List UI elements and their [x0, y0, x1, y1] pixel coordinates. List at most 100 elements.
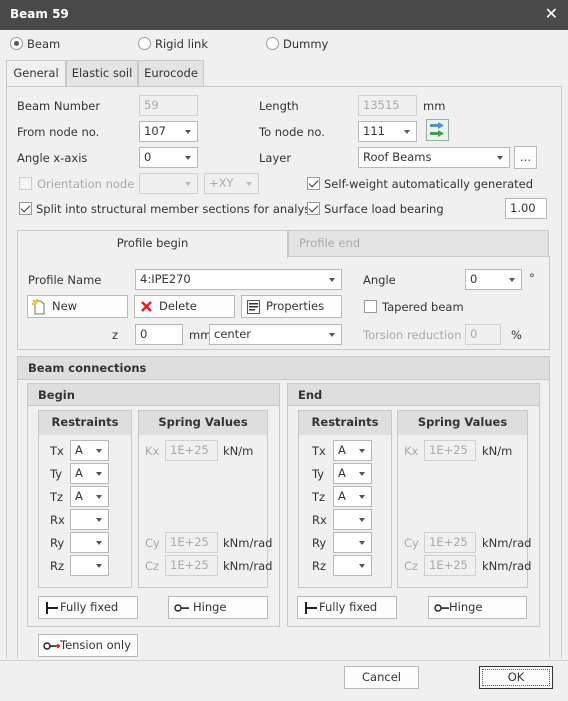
orientation-node-select[interactable]: [139, 173, 198, 194]
length-field[interactable]: 13515: [358, 95, 417, 116]
split-sections-label: Split into structural member sections fo…: [36, 202, 320, 216]
begin-kx-unit: kN/m: [223, 444, 254, 458]
chevron-down-icon: [329, 333, 335, 337]
begin-tz-select[interactable]: A: [70, 486, 109, 507]
begin-ry-label: Ry: [50, 536, 65, 550]
begin-hinge-button[interactable]: Hinge: [168, 596, 268, 619]
end-fully-fixed-button[interactable]: Fully fixed: [297, 596, 397, 619]
angle-x-select[interactable]: 0: [139, 147, 198, 168]
radio-beam-label: Beam: [27, 37, 61, 51]
orientation-axis-select[interactable]: +XY: [204, 173, 259, 194]
profile-properties-button[interactable]: Properties: [241, 295, 342, 318]
z-align-select[interactable]: center: [209, 324, 342, 345]
begin-cz-field[interactable]: 1E+25: [165, 555, 218, 576]
tab-profile-end[interactable]: Profile end: [288, 230, 549, 256]
end-header: End: [288, 384, 539, 406]
end-ty-value: A: [338, 466, 346, 480]
chevron-down-icon: [96, 449, 102, 453]
swap-nodes-button[interactable]: [426, 119, 449, 141]
begin-rx-label: Rx: [50, 513, 65, 527]
tapered-beam-checkbox[interactable]: [364, 300, 377, 313]
self-weight-checkbox[interactable]: [307, 177, 320, 190]
end-kx-field[interactable]: 1E+25: [424, 440, 476, 461]
close-icon[interactable]: ✕: [545, 4, 558, 23]
z-field[interactable]: 0: [135, 324, 183, 345]
end-tx-value: A: [338, 443, 346, 457]
radio-rigid-link-label: Rigid link: [155, 37, 208, 51]
begin-rx-select[interactable]: [70, 509, 109, 530]
new-profile-button[interactable]: New: [27, 295, 128, 318]
profile-name-select[interactable]: 4:IPE270: [135, 269, 342, 290]
end-hinge-button[interactable]: Hinge: [428, 596, 527, 619]
begin-rz-select[interactable]: [70, 555, 109, 576]
delete-profile-label: Delete: [159, 299, 197, 313]
profile-properties-label: Properties: [266, 299, 325, 313]
begin-fully-fixed-button[interactable]: Fully fixed: [38, 596, 138, 619]
radio-dummy[interactable]: [266, 37, 279, 50]
chevron-down-icon: [96, 541, 102, 545]
end-tz-select[interactable]: A: [333, 486, 372, 507]
new-profile-label: New: [52, 299, 78, 313]
end-restraints-header: Restraints: [299, 411, 391, 435]
profile-angle-label: Angle: [363, 273, 396, 287]
end-rx-label: Rx: [312, 513, 327, 527]
end-ty-select[interactable]: A: [333, 463, 372, 484]
from-node-select[interactable]: 107: [139, 121, 198, 142]
end-kx-label: Kx: [404, 444, 419, 458]
fixed-support-icon: [46, 602, 58, 614]
tension-only-button[interactable]: Tension only: [38, 634, 138, 657]
angle-x-value: 0: [144, 150, 152, 164]
begin-cy-field[interactable]: 1E+25: [165, 532, 218, 553]
end-hinge-label: Hinge: [449, 600, 483, 614]
end-cy-field[interactable]: 1E+25: [424, 532, 476, 553]
begin-fully-fixed-label: Fully fixed: [60, 600, 119, 614]
radio-rigid-link[interactable]: [138, 37, 151, 50]
end-tz-value: A: [338, 489, 346, 503]
begin-hinge-label: Hinge: [193, 600, 227, 614]
radio-dummy-label: Dummy: [283, 37, 329, 51]
layer-more-button[interactable]: ...: [514, 146, 537, 169]
begin-header: Begin: [28, 384, 279, 406]
begin-tz-label: Tz: [50, 490, 64, 504]
begin-ry-select[interactable]: [70, 532, 109, 553]
tapered-beam-label: Tapered beam: [382, 300, 464, 314]
to-node-select[interactable]: 111: [358, 121, 417, 142]
chevron-down-icon: [497, 156, 503, 160]
beam-number-field[interactable]: 59: [139, 95, 198, 116]
end-cz-label: Cz: [404, 559, 419, 573]
end-kx-unit: kN/m: [482, 444, 513, 458]
begin-kx-field[interactable]: 1E+25: [165, 440, 218, 461]
orientation-node-checkbox[interactable]: [19, 177, 32, 190]
delete-profile-button[interactable]: Delete: [134, 295, 235, 318]
surface-load-checkbox[interactable]: [307, 202, 320, 215]
split-sections-checkbox[interactable]: [19, 202, 32, 215]
end-cz-field[interactable]: 1E+25: [424, 555, 476, 576]
hinge-icon: [174, 604, 189, 612]
radio-beam[interactable]: [10, 37, 23, 50]
torsion-reduction-field[interactable]: 0: [465, 324, 501, 345]
end-tx-select[interactable]: A: [333, 440, 372, 461]
tab-general[interactable]: General: [6, 60, 66, 88]
end-ry-label: Ry: [312, 536, 327, 550]
end-rx-select[interactable]: [333, 509, 372, 530]
hinge-icon: [434, 604, 449, 612]
ok-button[interactable]: OK: [479, 666, 553, 689]
tension-only-icon: [43, 642, 60, 650]
tab-elastic-soil[interactable]: Elastic soil: [66, 60, 138, 86]
profile-angle-select[interactable]: 0: [465, 269, 522, 290]
beam-connections-header: Beam connections: [18, 357, 549, 380]
layer-select[interactable]: Roof Beams: [358, 147, 510, 168]
end-ry-select[interactable]: [333, 532, 372, 553]
from-node-label: From node no.: [17, 125, 100, 139]
cancel-button[interactable]: Cancel: [344, 666, 419, 689]
tab-profile-begin[interactable]: Profile begin: [17, 230, 288, 258]
length-label: Length: [259, 99, 299, 113]
surface-load-field[interactable]: 1.00: [505, 198, 547, 219]
torsion-reduction-label: Torsion reduction: [363, 328, 462, 342]
begin-ty-select[interactable]: A: [70, 463, 109, 484]
chevron-down-icon: [96, 564, 102, 568]
profile-angle-unit: °: [529, 271, 535, 285]
tab-eurocode[interactable]: Eurocode: [138, 60, 204, 86]
begin-tx-select[interactable]: A: [70, 440, 109, 461]
end-rz-select[interactable]: [333, 555, 372, 576]
